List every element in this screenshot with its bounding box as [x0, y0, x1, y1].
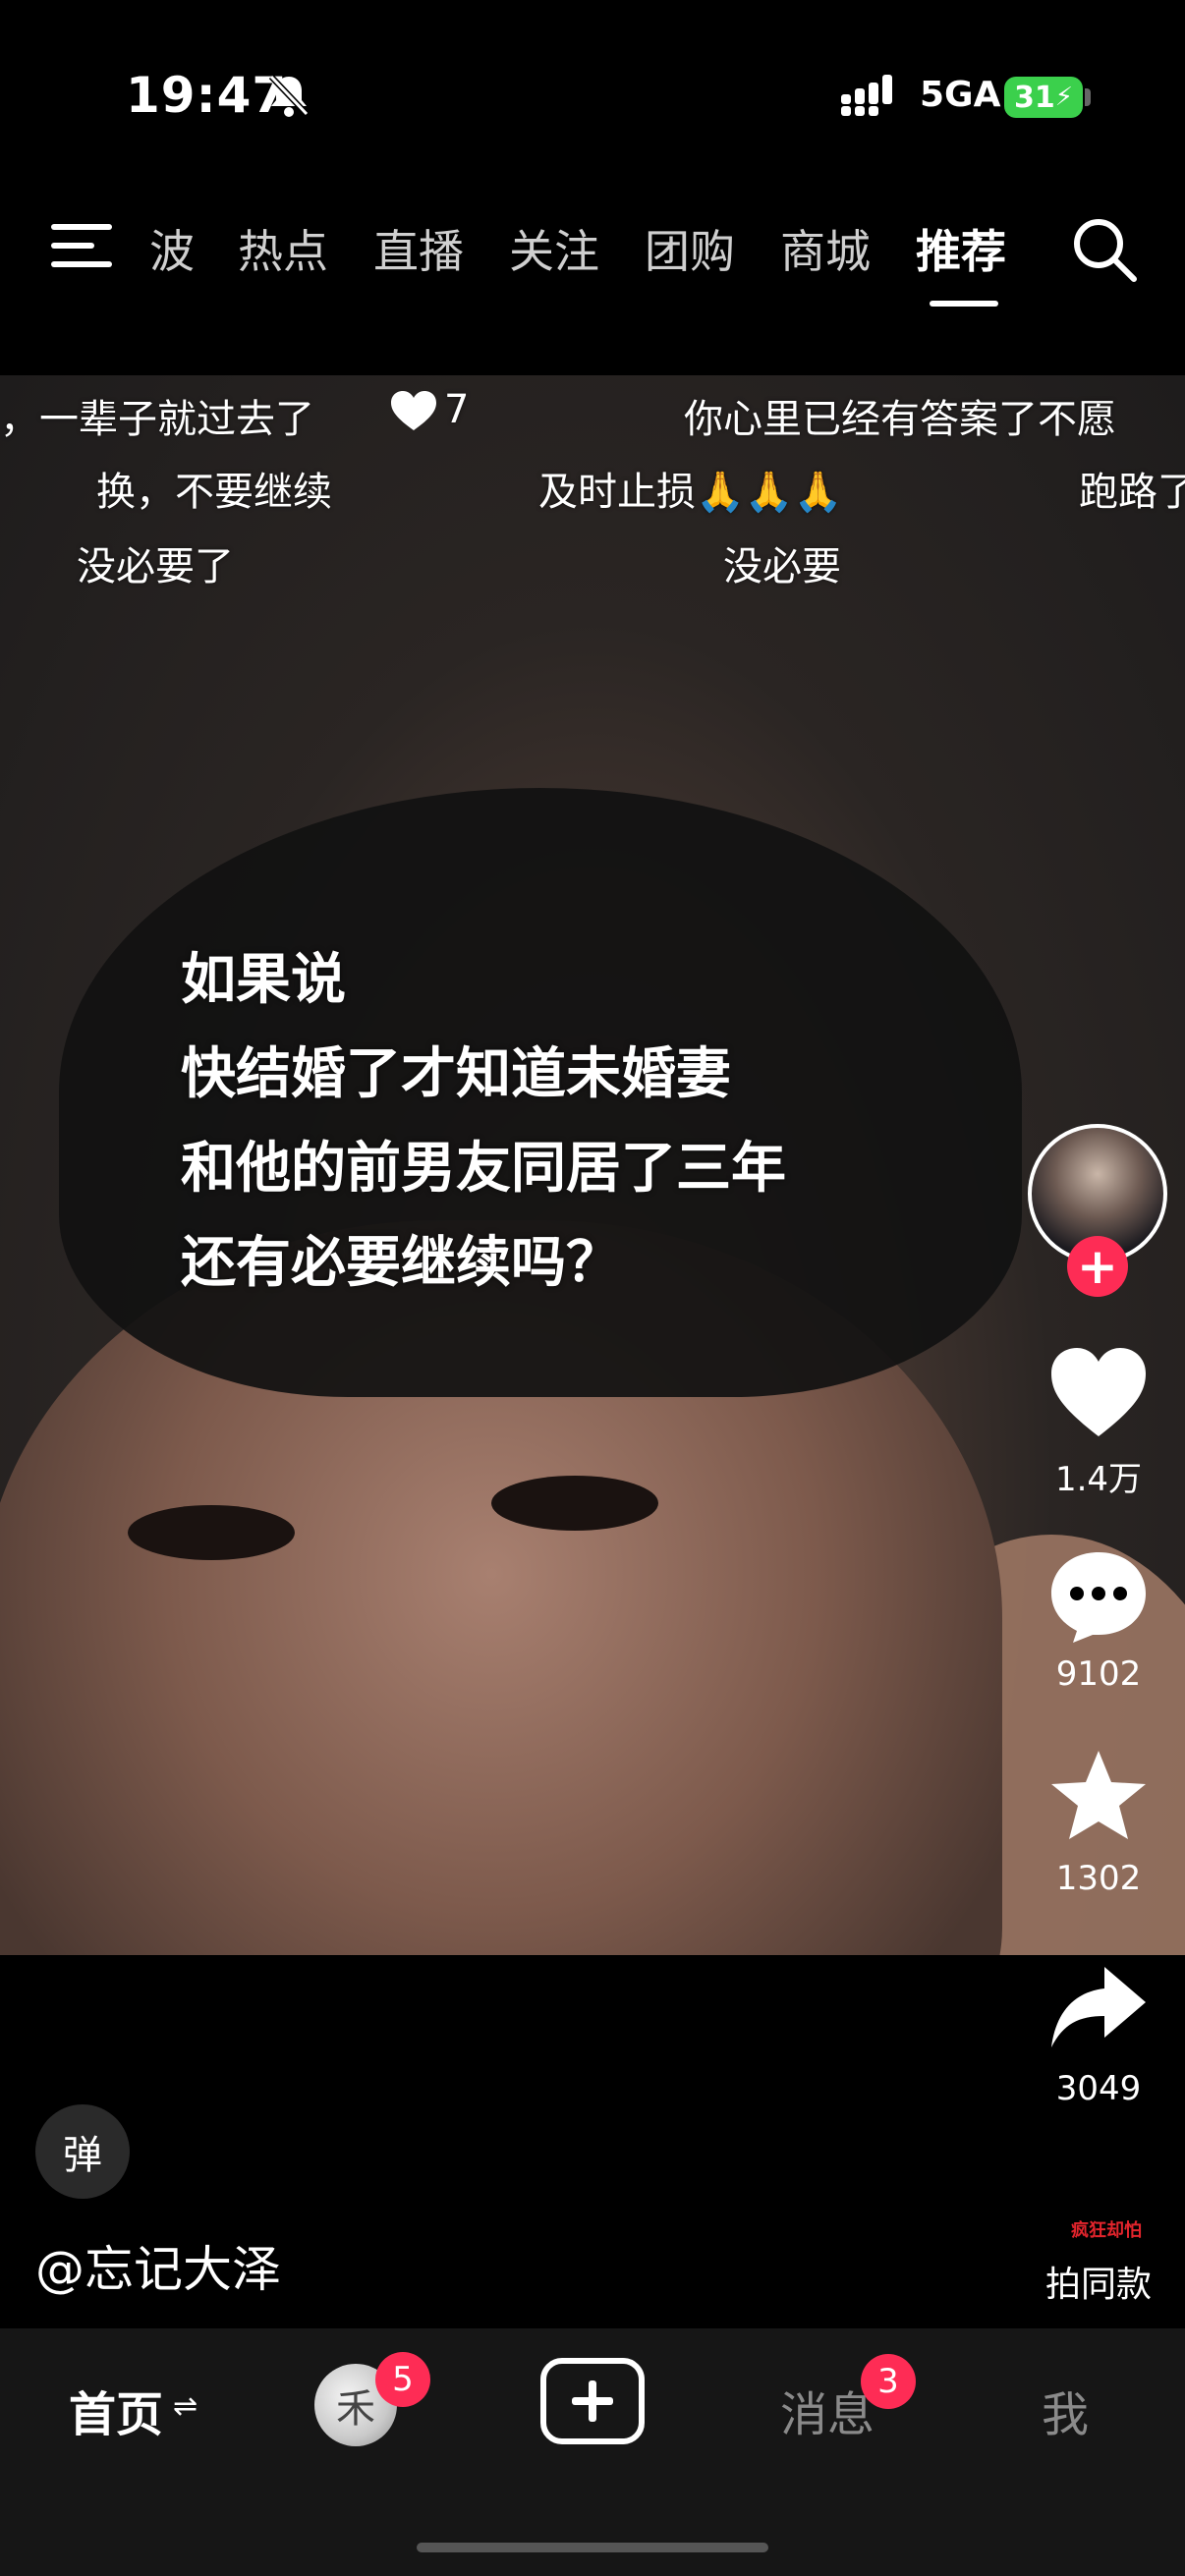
nav-home[interactable]: 首页 [69, 2376, 163, 2444]
caption-line: 和他的前男友同居了三年 [181, 1137, 786, 1201]
follow-plus-button[interactable]: + [1067, 1236, 1128, 1297]
tab-live[interactable]: 直播 [373, 216, 464, 281]
tab-group-buy[interactable]: 团购 [645, 216, 735, 281]
nav-me[interactable]: 我 [1042, 2376, 1089, 2444]
tab-mall[interactable]: 商城 [780, 216, 871, 281]
tab-bo[interactable]: 波 [149, 216, 195, 281]
caption-line: 快结婚了才知道未婚妻 [181, 1042, 731, 1106]
status-time: 19:47 [126, 67, 288, 124]
video-caption: 如果说 快结婚了才知道未婚妻 和他的前男友同居了三年 还有必要继续吗？ [181, 933, 786, 1311]
danmu-comment: 换，不要继续 [96, 470, 332, 515]
charging-icon: ⚡ [1054, 83, 1073, 112]
signal-icon [841, 75, 892, 116]
caption-line: 还有必要继续吗？ [181, 1231, 621, 1295]
danmu-comment: 没必要了 [77, 544, 234, 589]
remix-logo[interactable]: 疯狂却怕 [1042, 2216, 1171, 2242]
like-count: 1.4万 [1054, 1460, 1143, 1499]
danmu-comment: ，一辈子就过去了 [0, 397, 314, 442]
remix-button[interactable]: 拍同款 [1008, 2256, 1185, 2307]
switch-arrows-icon[interactable]: ⇌ [173, 2389, 198, 2424]
caption-line: 如果说 [181, 948, 346, 1012]
menu-icon[interactable] [51, 222, 112, 269]
favorite-star-icon[interactable] [1047, 1747, 1150, 1845]
search-icon[interactable] [1071, 216, 1138, 283]
tab-hot[interactable]: 热点 [238, 216, 328, 281]
danmu-comment: 及时止损🙏🙏🙏 [538, 470, 843, 515]
heart-icon [391, 391, 436, 430]
friends-badge: 5 [375, 2352, 430, 2407]
comment-icon[interactable] [1047, 1546, 1150, 1645]
comment-count: 9102 [1055, 1654, 1142, 1694]
favorite-count: 1302 [1055, 1859, 1142, 1898]
danmu-like-count: 7 [444, 387, 470, 432]
video-eye-left [128, 1505, 295, 1560]
danmu-toggle-button[interactable]: 弹 [35, 2104, 130, 2199]
like-heart-icon[interactable] [1047, 1344, 1150, 1442]
danmu-comment: 你心里已经有答案了不愿 [684, 397, 1116, 442]
bell-muted-icon [268, 74, 310, 117]
messages-badge: 3 [861, 2354, 916, 2409]
plus-icon [572, 2380, 613, 2422]
battery-tip [1085, 88, 1091, 106]
create-button[interactable] [540, 2358, 645, 2444]
share-arrow-icon[interactable] [1047, 1959, 1150, 2057]
tab-recommended[interactable]: 推荐 [916, 216, 1006, 281]
battery-level: 31 [1013, 80, 1055, 115]
share-count: 3049 [1055, 2069, 1142, 2108]
video-eye-right [491, 1476, 658, 1531]
network-type: 5GA [920, 75, 1001, 115]
home-indicator [417, 2543, 768, 2552]
battery-indicator: 31 ⚡ [1004, 77, 1083, 118]
danmu-comment: 没必要 [723, 544, 841, 589]
danmu-comment: 跑路了 [1079, 470, 1185, 515]
author-name[interactable]: @忘记大泽 [35, 2230, 281, 2301]
tab-following[interactable]: 关注 [509, 216, 599, 281]
active-tab-indicator [930, 301, 998, 307]
